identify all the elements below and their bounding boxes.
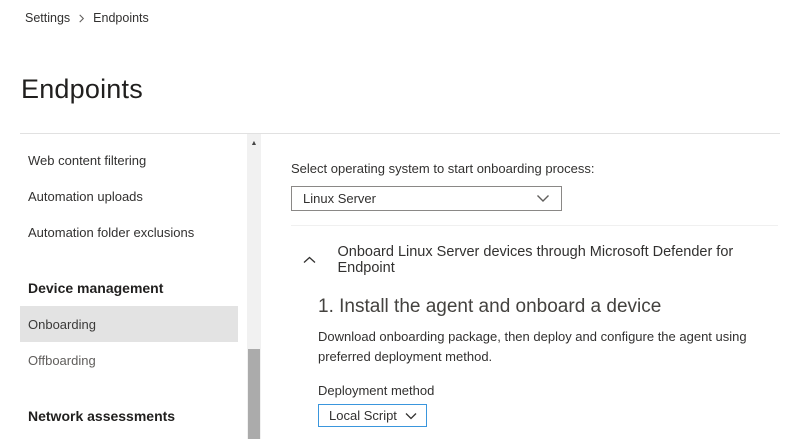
content-region: Web content filtering Automation uploads… [20,133,780,439]
deployment-method-label: Deployment method [318,383,778,398]
breadcrumb-settings[interactable]: Settings [25,11,70,25]
sidebar-item-web-content-filtering[interactable]: Web content filtering [20,142,238,178]
accordion-header[interactable]: Onboard Linux Server devices through Mic… [291,244,778,276]
step-section: 1. Install the agent and onboard a devic… [318,296,778,439]
sidebar-section-network-assessments: Network assessments [20,398,238,434]
sidebar-section-device-management: Device management [20,270,238,306]
sidebar-scrollbar[interactable]: ▲ [247,134,261,439]
sidebar-item-offboarding[interactable]: Offboarding [20,342,238,378]
chevron-down-icon [405,412,417,420]
deployment-method-dropdown[interactable]: Local Script [318,404,427,427]
step-description: Download onboarding package, then deploy… [318,327,770,367]
breadcrumb-endpoints[interactable]: Endpoints [93,11,149,25]
triangle-up-icon[interactable]: ▲ [247,136,261,150]
accordion-title: Onboard Linux Server devices through Mic… [338,244,779,276]
endpoints-settings-page: Settings Endpoints Endpoints Web content… [0,0,785,439]
deployment-method-value: Local Script [329,408,397,423]
step-title: 1. Install the agent and onboard a devic… [318,296,778,318]
sidebar-item-automation-folder-exclusions[interactable]: Automation folder exclusions [20,214,238,250]
settings-sidebar: Web content filtering Automation uploads… [20,134,247,439]
sidebar-item-automation-uploads[interactable]: Automation uploads [20,178,238,214]
sidebar-item-onboarding[interactable]: Onboarding [20,306,238,342]
os-select-label: Select operating system to start onboard… [291,161,778,176]
chevron-right-icon [77,14,86,23]
os-select-value: Linux Server [303,191,376,206]
scrollbar-thumb[interactable] [248,349,260,439]
os-select-dropdown[interactable]: Linux Server [291,186,562,211]
chevron-down-icon [536,194,550,203]
breadcrumb: Settings Endpoints [25,11,149,25]
onboarding-main-panel: Select operating system to start onboard… [261,134,780,439]
section-divider [291,225,778,226]
page-title: Endpoints [21,74,143,105]
chevron-up-icon[interactable] [303,256,317,264]
